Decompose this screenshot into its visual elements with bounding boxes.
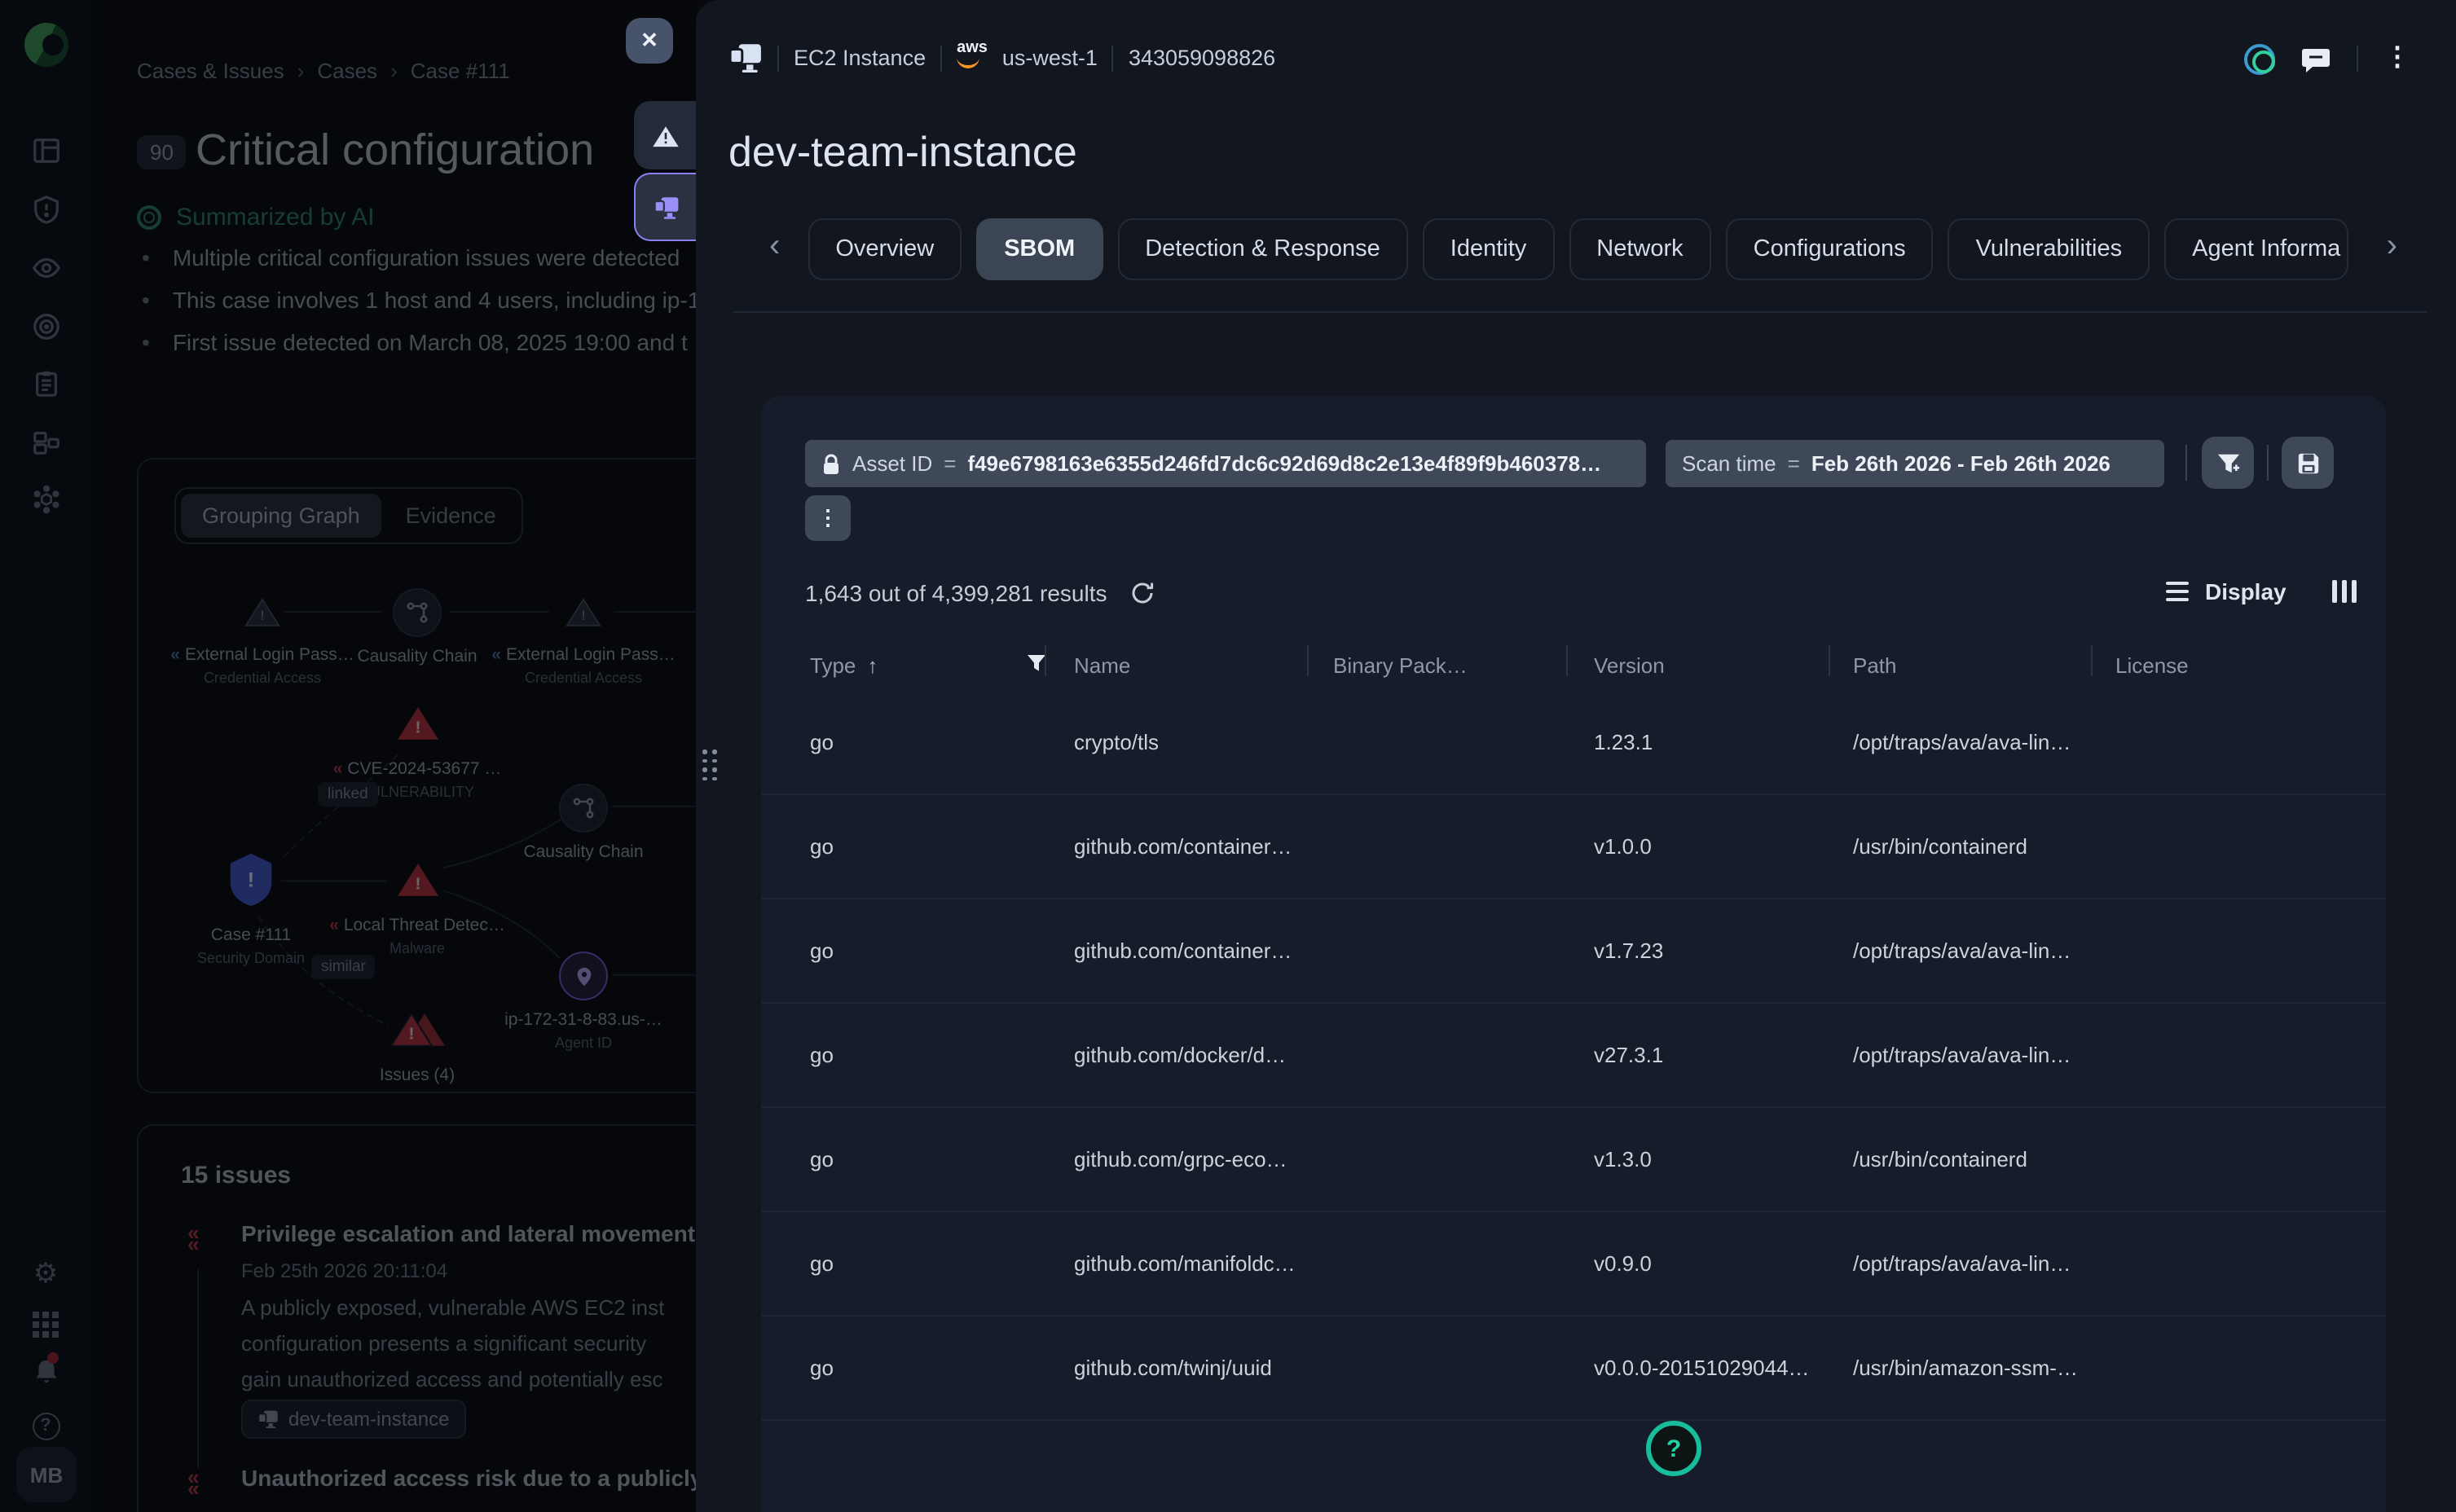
- drawer-side-tabs: [634, 101, 696, 241]
- tab-sbom[interactable]: SBOM: [976, 218, 1103, 280]
- app-window: ⚙ ? MB Cases & Issues › Cases › Case #11…: [0, 0, 2456, 1512]
- column-divider: [1566, 645, 1568, 676]
- divider: [2357, 46, 2358, 72]
- sort-asc-icon: ↑: [867, 653, 878, 678]
- filter-chip-asset-id[interactable]: Asset ID = f49e6798163e6355d246fd7dc6c92…: [805, 440, 1646, 487]
- table-header: Type ↑ Name Binary Pack… Version Path Li…: [761, 640, 2386, 691]
- table-row[interactable]: gogithub.com/manifoldc…v0.9.0/opt/traps/…: [761, 1212, 2386, 1316]
- filter-add-icon: [2216, 451, 2240, 475]
- filter-chip-scan-time[interactable]: Scan time = Feb 26th 2026 - Feb 26th 202…: [1666, 440, 2164, 487]
- column-label: License: [2115, 653, 2189, 678]
- column-header-version[interactable]: Version: [1594, 653, 1853, 678]
- drawer-tabs: ‹ Overview SBOM Detection & Response Ide…: [769, 218, 2410, 280]
- save-icon: [2295, 451, 2320, 475]
- column-header-path[interactable]: Path: [1853, 653, 2115, 678]
- filter-field-label: Scan time: [1682, 451, 1776, 476]
- more-filters-button[interactable]: ⋮: [805, 495, 851, 541]
- tab-vulnerabilities[interactable]: Vulnerabilities: [1948, 218, 2150, 280]
- side-tab-alerts[interactable]: [634, 101, 696, 169]
- divider: [1112, 45, 1114, 71]
- results-row: 1,643 out of 4,399,281 results: [805, 580, 1156, 606]
- tab-agent-information[interactable]: Agent Informa: [2164, 218, 2348, 280]
- divider: [777, 45, 779, 71]
- display-controls: Display: [2166, 578, 2357, 604]
- warning-triangle-icon: [651, 123, 679, 147]
- filter-operator: =: [1788, 451, 1800, 476]
- close-drawer-button[interactable]: ✕: [626, 18, 673, 64]
- column-divider: [1307, 645, 1309, 676]
- divider: [2185, 445, 2187, 481]
- modal-scrim: [0, 0, 696, 1512]
- tab-detection-response[interactable]: Detection & Response: [1117, 218, 1408, 280]
- column-label: Version: [1594, 653, 1665, 678]
- column-divider: [1829, 645, 1830, 676]
- table-row[interactable]: gogithub.com/container…v1.7.23/opt/traps…: [761, 899, 2386, 1004]
- tab-network[interactable]: Network: [1569, 218, 1710, 280]
- tabs-scroll-left-icon[interactable]: ‹: [769, 228, 793, 270]
- display-label[interactable]: Display: [2205, 578, 2287, 604]
- column-divider: [2091, 645, 2093, 676]
- column-label: Binary Pack…: [1333, 653, 1468, 678]
- results-count: 1,643 out of 4,399,281 results: [805, 580, 1107, 606]
- column-header-binary-package[interactable]: Binary Pack…: [1333, 653, 1594, 678]
- tab-configurations[interactable]: Configurations: [1726, 218, 1934, 280]
- refresh-icon[interactable]: [1130, 580, 1156, 606]
- tab-overview[interactable]: Overview: [808, 218, 962, 280]
- column-header-name[interactable]: Name: [1074, 653, 1333, 678]
- drawer-header-actions: ⋮: [2244, 42, 2410, 75]
- kebab-menu-icon[interactable]: ⋮: [2384, 46, 2410, 72]
- ai-assistant-icon[interactable]: [2244, 43, 2275, 74]
- instance-icon: [728, 42, 763, 73]
- asset-title: dev-team-instance: [728, 127, 1077, 178]
- side-tab-asset-active[interactable]: [634, 173, 696, 241]
- filter-applied-icon[interactable]: [1027, 653, 1046, 678]
- tabs-scroll-right-icon[interactable]: ›: [2387, 228, 2410, 270]
- account-id: 343059098826: [1129, 46, 1275, 70]
- save-view-button[interactable]: [2282, 437, 2334, 489]
- add-filter-button[interactable]: [2202, 437, 2254, 489]
- column-divider: [1045, 645, 1046, 676]
- column-label: Path: [1853, 653, 1897, 678]
- filter-value: f49e6798163e6355d246fd7dc6c92d69d8c2e13e…: [967, 451, 1601, 476]
- divider: [2267, 445, 2269, 481]
- sbom-content-card: Asset ID = f49e6798163e6355d246fd7dc6c92…: [761, 396, 2386, 1512]
- asset-type-label: EC2 Instance: [794, 46, 926, 70]
- filter-operator: =: [944, 451, 956, 476]
- table-row[interactable]: gogithub.com/twinj/uuidv0.0.0-2015102904…: [761, 1316, 2386, 1421]
- filter-field-label: Asset ID: [852, 451, 932, 476]
- drawer-resize-handle[interactable]: [702, 749, 717, 780]
- divider: [940, 45, 942, 71]
- region-label: us-west-1: [1002, 46, 1098, 70]
- aws-logo-icon: aws: [957, 41, 988, 68]
- column-label: Type: [810, 653, 856, 678]
- divider: [733, 311, 2427, 313]
- help-floating-button[interactable]: ?: [1646, 1421, 1701, 1476]
- table-row[interactable]: gogithub.com/docker/d…v27.3.1/opt/traps/…: [761, 1004, 2386, 1108]
- table-row[interactable]: gogithub.com/container…v1.0.0/usr/bin/co…: [761, 795, 2386, 899]
- table-row[interactable]: gogithub.com/grpc-eco…v1.3.0/usr/bin/con…: [761, 1108, 2386, 1212]
- lock-icon: [821, 452, 841, 475]
- column-header-license[interactable]: License: [2115, 653, 2386, 678]
- column-header-type[interactable]: Type ↑: [810, 653, 1074, 678]
- column-label: Name: [1074, 653, 1130, 678]
- instance-icon: [653, 195, 679, 219]
- filter-value: Feb 26th 2026 - Feb 26th 2026: [1811, 451, 2110, 476]
- asset-detail-drawer: EC2 Instance aws us-west-1 343059098826 …: [696, 0, 2456, 1512]
- tab-identity[interactable]: Identity: [1423, 218, 1555, 280]
- table-body: gocrypto/tls1.23.1/opt/traps/ava/ava-lin…: [761, 691, 2386, 1421]
- columns-icon[interactable]: [2332, 580, 2357, 603]
- table-row[interactable]: gocrypto/tls1.23.1/opt/traps/ava/ava-lin…: [761, 691, 2386, 795]
- display-list-icon[interactable]: [2166, 582, 2189, 602]
- asset-meta-row: EC2 Instance aws us-west-1 343059098826: [728, 42, 1275, 73]
- chat-icon[interactable]: [2301, 45, 2331, 73]
